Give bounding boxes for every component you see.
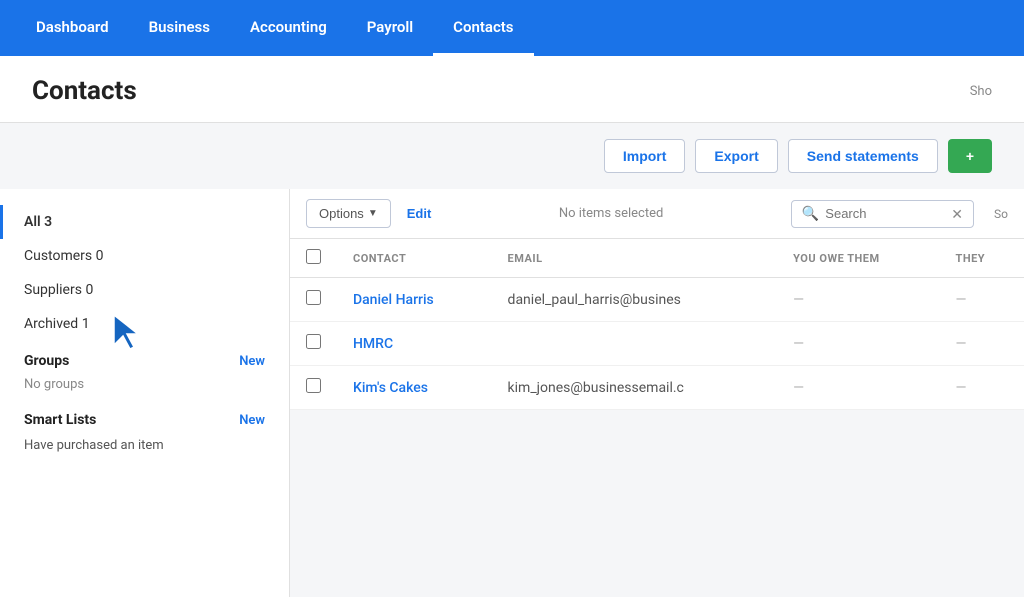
options-label: Options xyxy=(319,206,364,221)
contacts-table: CONTACT EMAIL YOU OWE THEM THEY Daniel H… xyxy=(290,239,1024,410)
contact-you-owe-2: — xyxy=(777,322,939,366)
contact-they-1: — xyxy=(940,278,1024,322)
contact-link-3[interactable]: Kim's Cakes xyxy=(353,380,428,396)
top-navigation: Dashboard Business Accounting Payroll Co… xyxy=(0,0,1024,56)
contact-email-1: daniel_paul_harris@busines xyxy=(492,278,778,322)
sidebar-smart-lists-title: Smart Lists xyxy=(24,412,96,428)
contact-you-owe-3: — xyxy=(777,366,939,410)
select-all-checkbox[interactable] xyxy=(306,249,321,264)
row-checkbox-2 xyxy=(290,322,337,366)
col-contact: CONTACT xyxy=(337,239,492,278)
new-contact-button[interactable]: + xyxy=(948,139,992,173)
send-statements-button[interactable]: Send statements xyxy=(788,139,938,173)
contact-name-3: Kim's Cakes xyxy=(337,366,492,410)
contact-name-2: HMRC xyxy=(337,322,492,366)
contact-email-2 xyxy=(492,322,778,366)
contact-they-3: — xyxy=(940,366,1024,410)
sidebar-filter-customers[interactable]: Customers 0 xyxy=(0,239,289,273)
nav-item-contacts[interactable]: Contacts xyxy=(433,0,533,56)
sidebar-groups-new[interactable]: New xyxy=(239,354,265,369)
sidebar-filter-all[interactable]: All 3 xyxy=(0,205,289,239)
contact-name-1: Daniel Harris xyxy=(337,278,492,322)
sidebar-groups-title: Groups xyxy=(24,353,69,369)
nav-item-dashboard[interactable]: Dashboard xyxy=(16,0,129,56)
table-row: Daniel Harris daniel_paul_harris@busines… xyxy=(290,278,1024,322)
search-icon: 🔍 xyxy=(802,206,819,222)
sidebar: All 3 Customers 0 Suppliers 0 Archived 1… xyxy=(0,189,290,597)
import-button[interactable]: Import xyxy=(604,139,686,173)
nav-item-business[interactable]: Business xyxy=(129,0,230,56)
col-checkbox xyxy=(290,239,337,278)
sidebar-smart-list-item[interactable]: Have purchased an item xyxy=(0,432,289,459)
contact-they-2: — xyxy=(940,322,1024,366)
sidebar-filter-archived-label: Archived 1 xyxy=(24,316,90,332)
search-input[interactable] xyxy=(825,206,945,221)
col-you-owe-them: YOU OWE THEM xyxy=(777,239,939,278)
table-row: HMRC — — xyxy=(290,322,1024,366)
export-button[interactable]: Export xyxy=(695,139,777,173)
sidebar-filter-all-label: All 3 xyxy=(24,214,52,230)
sort-label[interactable]: So xyxy=(994,207,1008,221)
edit-button[interactable]: Edit xyxy=(407,206,432,221)
page-header: Contacts Sho xyxy=(0,56,1024,123)
main-content: All 3 Customers 0 Suppliers 0 Archived 1… xyxy=(0,189,1024,597)
row-select-1[interactable] xyxy=(306,290,321,305)
col-email: EMAIL xyxy=(492,239,778,278)
row-select-2[interactable] xyxy=(306,334,321,349)
row-checkbox-3 xyxy=(290,366,337,410)
row-checkbox-1 xyxy=(290,278,337,322)
cursor-icon xyxy=(110,311,146,351)
sidebar-smart-lists-new[interactable]: New xyxy=(239,413,265,428)
sidebar-smart-lists-section: Smart Lists New xyxy=(0,400,289,432)
contact-link-1[interactable]: Daniel Harris xyxy=(353,292,434,308)
show-label: Sho xyxy=(970,84,992,99)
contact-you-owe-1: — xyxy=(777,278,939,322)
sidebar-filter-suppliers-label: Suppliers 0 xyxy=(24,282,93,298)
clear-search-button[interactable]: ✕ xyxy=(951,207,963,221)
toolbar: Import Export Send statements + xyxy=(0,123,1024,189)
options-chevron-icon: ▼ xyxy=(368,208,378,219)
sidebar-filter-archived[interactable]: Archived 1 xyxy=(0,307,289,341)
content-area: Options ▼ Edit No items selected 🔍 ✕ So … xyxy=(290,189,1024,597)
sidebar-no-groups: No groups xyxy=(0,373,289,400)
action-bar: Options ▼ Edit No items selected 🔍 ✕ So xyxy=(290,189,1024,239)
row-select-3[interactable] xyxy=(306,378,321,393)
search-box: 🔍 ✕ xyxy=(791,200,974,228)
options-button[interactable]: Options ▼ xyxy=(306,199,391,228)
table-row: Kim's Cakes kim_jones@businessemail.c — … xyxy=(290,366,1024,410)
contact-email-3: kim_jones@businessemail.c xyxy=(492,366,778,410)
contact-link-2[interactable]: HMRC xyxy=(353,336,393,352)
nav-item-accounting[interactable]: Accounting xyxy=(230,0,347,56)
no-items-selected: No items selected xyxy=(447,206,775,221)
sidebar-filter-suppliers[interactable]: Suppliers 0 xyxy=(0,273,289,307)
sidebar-filter-customers-label: Customers 0 xyxy=(24,248,104,264)
page-title: Contacts xyxy=(32,76,137,106)
col-they: THEY xyxy=(940,239,1024,278)
nav-item-payroll[interactable]: Payroll xyxy=(347,0,433,56)
